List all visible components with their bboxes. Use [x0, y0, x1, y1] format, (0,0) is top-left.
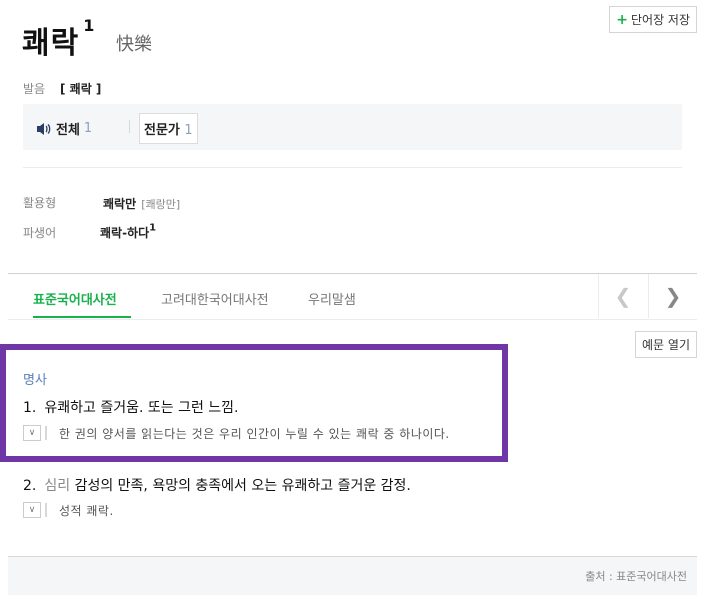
sense-number: 2. — [23, 478, 37, 494]
example-sentence: 한 권의 양서를 읽는다는 것은 우리 인간이 누릴 수 있는 쾌락 중 하나이… — [59, 427, 450, 441]
derivative-row: 쾌락-하다1 — [100, 222, 156, 241]
example-expand-button[interactable]: ∨ — [23, 502, 41, 518]
sense-number: 1. — [23, 400, 37, 416]
divider — [23, 167, 682, 168]
homograph-number: 1 — [83, 16, 96, 35]
inflected-pronunciation: [쾌랑만] — [141, 198, 181, 211]
chevron-right-icon: ❯ — [664, 284, 682, 308]
tab-korea-univ-dictionary[interactable]: 고려대한국어대사전 — [161, 289, 269, 308]
speaker-icon — [37, 122, 51, 135]
source-footer: 출처 : 표준국어대사전 — [8, 556, 697, 595]
headword: 쾌락1 — [22, 16, 96, 61]
dictionary-tabs: 표준국어대사전 고려대한국어대사전 우리말샘 ❮ ❯ — [8, 273, 697, 320]
audio-expert-label: 전문가 — [144, 123, 180, 138]
audio-panel: 전체 1 전문가 1 — [23, 104, 682, 150]
inflected-form[interactable]: 쾌락만 — [103, 197, 136, 211]
chevron-down-icon: ∨ — [28, 428, 36, 438]
save-label: 단어장 저장 — [630, 13, 690, 27]
audio-divider — [129, 120, 130, 133]
active-tab-indicator — [33, 316, 131, 318]
audio-all-label: 전체 — [56, 123, 80, 138]
hanja: 快樂 — [116, 34, 152, 55]
form-row: 쾌락만 [쾌랑만] — [103, 193, 180, 212]
sense-text: 유쾌하고 즐거움. 또는 그런 느낌. — [44, 400, 239, 416]
plus-icon: + — [616, 11, 628, 28]
chevron-left-icon: ❮ — [614, 284, 632, 308]
prev-tab-button[interactable]: ❮ — [598, 274, 647, 318]
tab-standard-dictionary[interactable]: 표준국어대사전 — [33, 289, 117, 308]
example-sentence: 성적 쾌락. — [59, 504, 114, 518]
pronunciation-label: 발음 — [23, 82, 46, 96]
show-examples-button[interactable]: 예문 열기 — [635, 331, 697, 358]
audio-all-count: 1 — [83, 121, 93, 136]
audio-all-button[interactable]: 전체 1 — [36, 119, 92, 138]
audio-expert-count: 1 — [184, 123, 193, 138]
chevron-down-icon: ∨ — [28, 505, 36, 515]
next-tab-button[interactable]: ❯ — [648, 274, 697, 318]
form-label: 활용형 — [23, 196, 57, 210]
save-to-wordbook-button[interactable]: + 단어장 저장 — [609, 6, 697, 33]
example-bar — [45, 426, 47, 440]
source-label: 출처 : 표준국어대사전 — [585, 570, 687, 583]
example-bar — [45, 503, 47, 517]
derivative-label: 파생어 — [23, 226, 57, 240]
tab-urimalsaem[interactable]: 우리말샘 — [308, 289, 356, 308]
audio-expert-button[interactable]: 전문가 1 — [139, 113, 198, 144]
derivative-word[interactable]: 쾌락-하다 — [100, 226, 149, 240]
example-expand-button[interactable]: ∨ — [23, 425, 41, 441]
subject-field: 심리 — [44, 478, 71, 494]
derivative-number: 1 — [149, 222, 157, 234]
sense-text: 감성의 만족, 욕망의 충족에서 오는 유쾌하고 즐거운 감정. — [74, 478, 411, 494]
sense-1: 1. 유쾌하고 즐거움. 또는 그런 느낌. — [23, 397, 239, 417]
pronunciation-value: [ 쾌락 ] — [60, 82, 102, 96]
part-of-speech: 명사 — [23, 373, 47, 388]
sense-2: 2. 심리 감성의 만족, 욕망의 충족에서 오는 유쾌하고 즐거운 감정. — [23, 475, 411, 495]
